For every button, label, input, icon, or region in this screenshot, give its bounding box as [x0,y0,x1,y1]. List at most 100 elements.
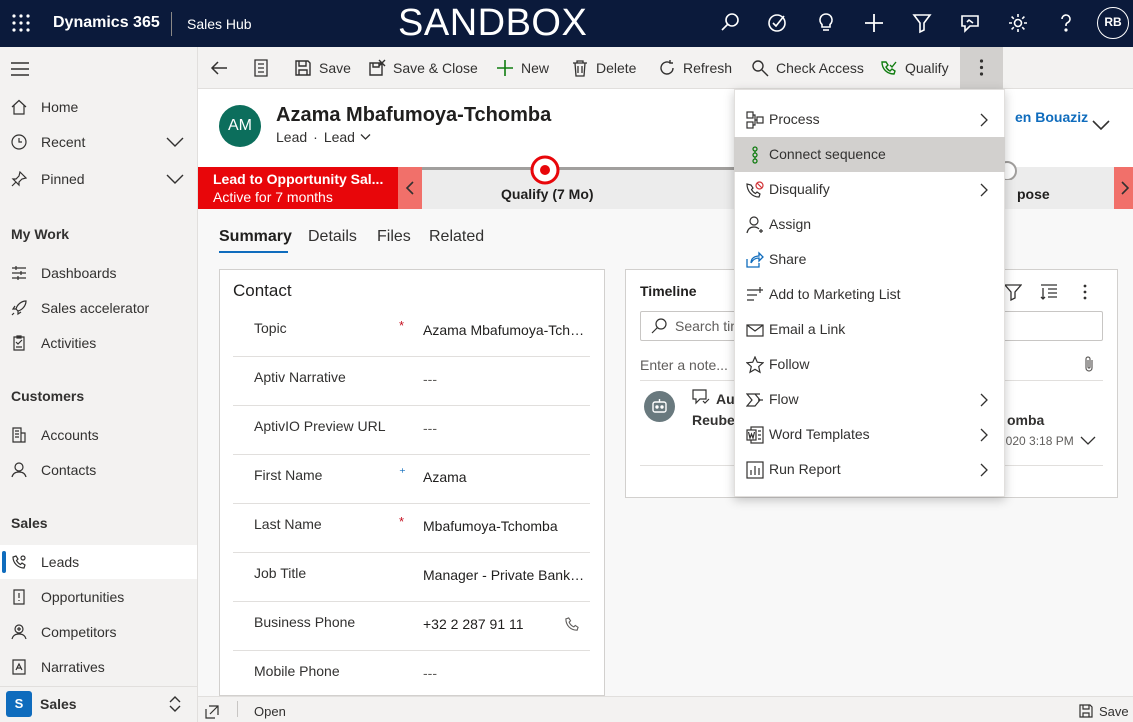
menu-item-follow[interactable]: Follow [734,347,1005,382]
menu-item-process[interactable]: Process [734,102,1005,137]
field-label: AptivIO Preview URL [254,418,386,434]
tab-related[interactable]: Related [429,228,484,246]
tab-details[interactable]: Details [308,228,357,246]
menu-item-email-a-link[interactable]: Email a Link [734,312,1005,347]
plus-icon[interactable] [862,11,886,35]
save-button[interactable]: Save [294,47,351,89]
bpf-next-button[interactable] [1114,167,1133,209]
delete-button[interactable]: Delete [571,47,636,89]
bpf-stage-marker-icon[interactable] [530,155,560,185]
star-icon [746,356,764,374]
app-name[interactable]: Sales Hub [187,16,252,32]
menu-item-connect-sequence[interactable]: Connect sequence [734,137,1005,172]
user-avatar[interactable]: RB [1097,7,1129,39]
sidebar-item-contacts[interactable]: Contacts [0,453,197,487]
help-icon[interactable] [1054,11,1078,35]
menu-item-flow[interactable]: Flow [734,382,1005,417]
field-value[interactable]: Azama [423,469,585,485]
gear-icon[interactable] [1006,11,1030,35]
menu-item-assign[interactable]: Assign [734,207,1005,242]
more-commands-button[interactable] [960,47,1003,89]
sidebar-item-home[interactable]: Home [0,90,197,124]
chevron-down-icon[interactable] [166,173,184,185]
sidebar-item-competitors[interactable]: Competitors [0,615,197,649]
brand-title[interactable]: Dynamics 365 [53,14,160,32]
menu-item-label: Word Templates [769,426,870,442]
field-value[interactable]: Azama Mbafumoya-Tchomba [423,322,585,338]
sidebar-item-leads[interactable]: Leads [0,545,197,579]
sort-icon[interactable] [1040,283,1058,301]
narrative-icon [11,659,27,675]
field-value[interactable]: +32 2 287 91 11 [423,616,543,632]
app-launcher-icon[interactable] [12,14,30,32]
sidebar-item-pinned[interactable]: Pinned [0,162,197,196]
sidebar-item-opportunities[interactable]: Opportunities [0,580,197,614]
task-icon[interactable] [765,11,789,35]
search-icon[interactable] [718,11,742,35]
back-arrow-icon[interactable] [210,60,228,76]
open-in-new-window-icon[interactable] [205,705,219,719]
nav-group-sales: Sales [11,515,48,531]
sidebar-item-accounts[interactable]: Accounts [0,418,197,452]
save-close-button[interactable]: Save & Close [368,47,478,89]
area-label[interactable]: Sales [40,696,77,712]
sidebar-item-activities[interactable]: Activities [0,326,197,360]
save-icon[interactable] [1079,704,1093,718]
status-bar [198,696,1133,722]
timeline-entry-regarding[interactable]: omba [1007,412,1044,428]
check-access-button[interactable]: Check Access [751,47,864,89]
sequence-icon [746,146,764,164]
menu-item-run-report[interactable]: Run Report [734,452,1005,487]
note-input[interactable]: Enter a note... [640,357,728,373]
home-icon [11,99,27,115]
menu-item-disqualify[interactable]: Disqualify [734,172,1005,207]
bpf-stage-next-marker-icon[interactable] [1004,160,1018,180]
new-label: New [521,60,550,76]
attachment-icon[interactable] [1083,355,1095,373]
sidebar-item-recent[interactable]: Recent [0,125,197,159]
menu-item-share[interactable]: Share [734,242,1005,277]
new-button[interactable]: New [496,47,549,89]
field-label: First Name [254,467,323,483]
field-value[interactable]: --- [423,420,585,436]
tab-summary[interactable]: Summary [219,228,292,246]
chevron-down-icon[interactable] [1080,436,1096,446]
bpf-title: Lead to Opportunity Sal... [213,171,384,187]
status-save-button[interactable]: Save [1099,704,1129,719]
filter-icon[interactable] [910,11,934,35]
field-topic: Topic * Azama Mbafumoya-Tchomba [233,308,590,357]
bpf-stage-qualify[interactable]: Qualify (7 Mo) [501,186,594,202]
field-value[interactable]: Mbafumoya-Tchomba [423,518,585,534]
refresh-label: Refresh [683,60,733,76]
bpf-prev-button[interactable] [398,167,422,209]
flow-icon [746,391,764,409]
menu-item-label: Assign [769,216,812,232]
bpf-stage-propose[interactable]: pose [1017,186,1050,202]
chevron-down-icon[interactable] [166,136,184,148]
lightbulb-icon[interactable] [814,11,838,35]
owner-link[interactable]: en Bouaziz [1015,109,1088,125]
field-value[interactable]: --- [423,371,585,387]
menu-item-word-templates[interactable]: Word Templates [734,417,1005,452]
menu-item-add-to-marketing-list[interactable]: Add to Marketing List [734,277,1005,312]
header-expand-chevron-icon[interactable] [1092,119,1110,131]
field-value[interactable]: --- [423,665,585,681]
sidebar-item-narratives[interactable]: Narratives [0,650,197,684]
assign-icon [746,216,764,234]
hamburger-icon[interactable] [11,62,29,76]
tab-files[interactable]: Files [377,228,411,246]
refresh-button[interactable]: Refresh [658,47,732,89]
qualify-icon [881,61,897,75]
competitor-icon [11,624,27,640]
filter-icon[interactable] [1004,283,1022,301]
phone-icon[interactable] [564,617,579,632]
form-selector-icon[interactable] [254,59,268,77]
chevron-updown-icon[interactable] [168,695,182,713]
assistant-icon[interactable] [958,11,982,35]
more-vertical-icon[interactable] [1076,283,1094,301]
qualify-button[interactable]: Qualify [880,47,949,89]
field-value[interactable]: Manager - Private Banking [423,567,585,583]
sidebar-item-sales-accelerator[interactable]: Sales accelerator [0,291,197,325]
form-switcher[interactable]: Lead [324,129,371,145]
sidebar-item-dashboards[interactable]: Dashboards [0,256,197,290]
